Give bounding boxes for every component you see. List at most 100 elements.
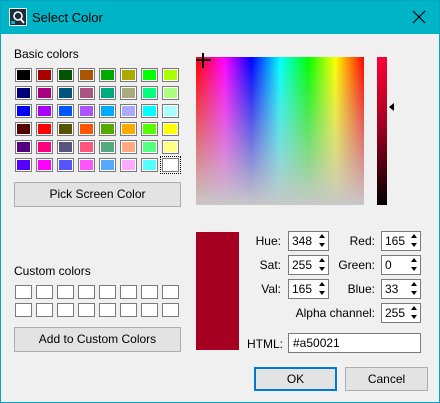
val-input[interactable]: [289, 280, 317, 298]
spectrum-crosshair-cursor[interactable]: [196, 53, 211, 68]
basic-color-swatch[interactable]: [57, 122, 74, 136]
alpha-increment-icon[interactable]: [409, 304, 420, 313]
basic-color-swatch[interactable]: [15, 122, 32, 136]
basic-color-swatch[interactable]: [162, 68, 179, 82]
basic-color-swatch[interactable]: [99, 86, 116, 100]
basic-color-swatch[interactable]: [99, 122, 116, 136]
custom-color-swatch[interactable]: [78, 303, 95, 317]
custom-color-swatch[interactable]: [36, 303, 53, 317]
html-hex-field[interactable]: [288, 333, 421, 353]
basic-color-swatch[interactable]: [99, 140, 116, 154]
basic-color-swatch[interactable]: [78, 122, 95, 136]
close-button[interactable]: [405, 5, 433, 29]
basic-color-swatch[interactable]: [99, 104, 116, 118]
basic-color-swatch[interactable]: [57, 140, 74, 154]
red-input[interactable]: [382, 232, 409, 250]
custom-color-swatch[interactable]: [162, 285, 179, 299]
basic-color-swatch[interactable]: [162, 104, 179, 118]
custom-color-swatch[interactable]: [141, 285, 158, 299]
close-icon: [412, 10, 426, 24]
red-increment-icon[interactable]: [409, 232, 420, 241]
title-bar[interactable]: Select Color: [1, 1, 439, 34]
basic-color-swatch[interactable]: [15, 158, 32, 172]
sat-input[interactable]: [289, 256, 317, 274]
basic-color-swatch[interactable]: [57, 86, 74, 100]
basic-color-swatch[interactable]: [57, 158, 74, 172]
basic-color-swatch[interactable]: [36, 86, 53, 100]
basic-color-swatch[interactable]: [162, 122, 179, 136]
cancel-button[interactable]: Cancel: [345, 367, 428, 391]
basic-color-swatch[interactable]: [141, 104, 158, 118]
sat-label: Sat:: [259, 258, 281, 272]
red-decrement-icon[interactable]: [409, 241, 420, 250]
green-increment-icon[interactable]: [409, 256, 420, 265]
hue-input[interactable]: [289, 232, 317, 250]
red-spinbox[interactable]: [381, 231, 421, 251]
blue-spinbox[interactable]: [381, 279, 421, 299]
blue-input[interactable]: [382, 280, 409, 298]
value-luminance-slider[interactable]: [377, 57, 387, 205]
basic-color-swatch[interactable]: [120, 68, 137, 82]
custom-color-swatch[interactable]: [36, 285, 53, 299]
blue-decrement-icon[interactable]: [409, 289, 420, 298]
alpha-channel-input[interactable]: [382, 304, 409, 322]
select-color-dialog: Select Color Basic colors Pick Screen Co…: [0, 0, 440, 403]
basic-color-swatch[interactable]: [141, 86, 158, 100]
custom-color-swatch[interactable]: [57, 285, 74, 299]
custom-color-swatch[interactable]: [162, 303, 179, 317]
basic-color-swatch[interactable]: [78, 104, 95, 118]
basic-color-swatch[interactable]: [57, 68, 74, 82]
value-slider-arrow-icon[interactable]: [389, 103, 394, 111]
basic-color-swatch[interactable]: [99, 158, 116, 172]
basic-color-swatch[interactable]: [99, 68, 116, 82]
custom-color-swatch[interactable]: [15, 285, 32, 299]
basic-color-swatch[interactable]: [36, 68, 53, 82]
green-spinbox[interactable]: [381, 255, 421, 275]
basic-color-swatch[interactable]: [120, 122, 137, 136]
basic-color-swatch[interactable]: [141, 122, 158, 136]
custom-color-swatch[interactable]: [99, 285, 116, 299]
basic-color-swatch[interactable]: [15, 104, 32, 118]
green-input[interactable]: [382, 256, 409, 274]
custom-color-swatch[interactable]: [141, 303, 158, 317]
basic-color-swatch[interactable]: [78, 86, 95, 100]
basic-color-swatch[interactable]: [141, 140, 158, 154]
basic-color-swatch[interactable]: [57, 104, 74, 118]
alpha-decrement-icon[interactable]: [409, 313, 420, 322]
basic-color-swatch[interactable]: [141, 68, 158, 82]
basic-color-swatch[interactable]: [36, 104, 53, 118]
custom-color-swatch[interactable]: [99, 303, 116, 317]
alpha-channel-spinbox[interactable]: [381, 303, 421, 323]
ok-button[interactable]: OK: [254, 367, 337, 391]
hue-saturation-spectrum[interactable]: [196, 53, 364, 205]
custom-color-swatch[interactable]: [120, 285, 137, 299]
color-picker-app-icon: [9, 8, 27, 26]
basic-color-swatch[interactable]: [15, 86, 32, 100]
basic-color-swatch[interactable]: [120, 104, 137, 118]
green-decrement-icon[interactable]: [409, 265, 420, 274]
custom-color-swatch[interactable]: [120, 303, 137, 317]
basic-color-swatch[interactable]: [15, 140, 32, 154]
basic-color-swatch[interactable]: [78, 68, 95, 82]
html-hex-input[interactable]: [289, 334, 420, 352]
basic-color-swatch[interactable]: [36, 140, 53, 154]
basic-color-swatch[interactable]: [162, 140, 179, 154]
basic-color-swatch[interactable]: [141, 158, 158, 172]
custom-color-swatch[interactable]: [78, 285, 95, 299]
basic-color-swatch[interactable]: [162, 86, 179, 100]
custom-color-swatch[interactable]: [57, 303, 74, 317]
dialog-title: Select Color: [32, 10, 103, 25]
basic-color-swatch[interactable]: [120, 86, 137, 100]
blue-increment-icon[interactable]: [409, 280, 420, 289]
basic-color-swatch[interactable]: [36, 158, 53, 172]
basic-color-swatch[interactable]: [78, 140, 95, 154]
basic-color-swatch[interactable]: [160, 156, 181, 174]
basic-color-swatch[interactable]: [78, 158, 95, 172]
basic-color-swatch[interactable]: [120, 140, 137, 154]
basic-color-swatch[interactable]: [15, 68, 32, 82]
pick-screen-color-button[interactable]: Pick Screen Color: [14, 182, 181, 207]
custom-color-swatch[interactable]: [15, 303, 32, 317]
basic-color-swatch[interactable]: [120, 158, 137, 172]
add-to-custom-colors-button[interactable]: Add to Custom Colors: [14, 327, 181, 352]
basic-color-swatch[interactable]: [36, 122, 53, 136]
